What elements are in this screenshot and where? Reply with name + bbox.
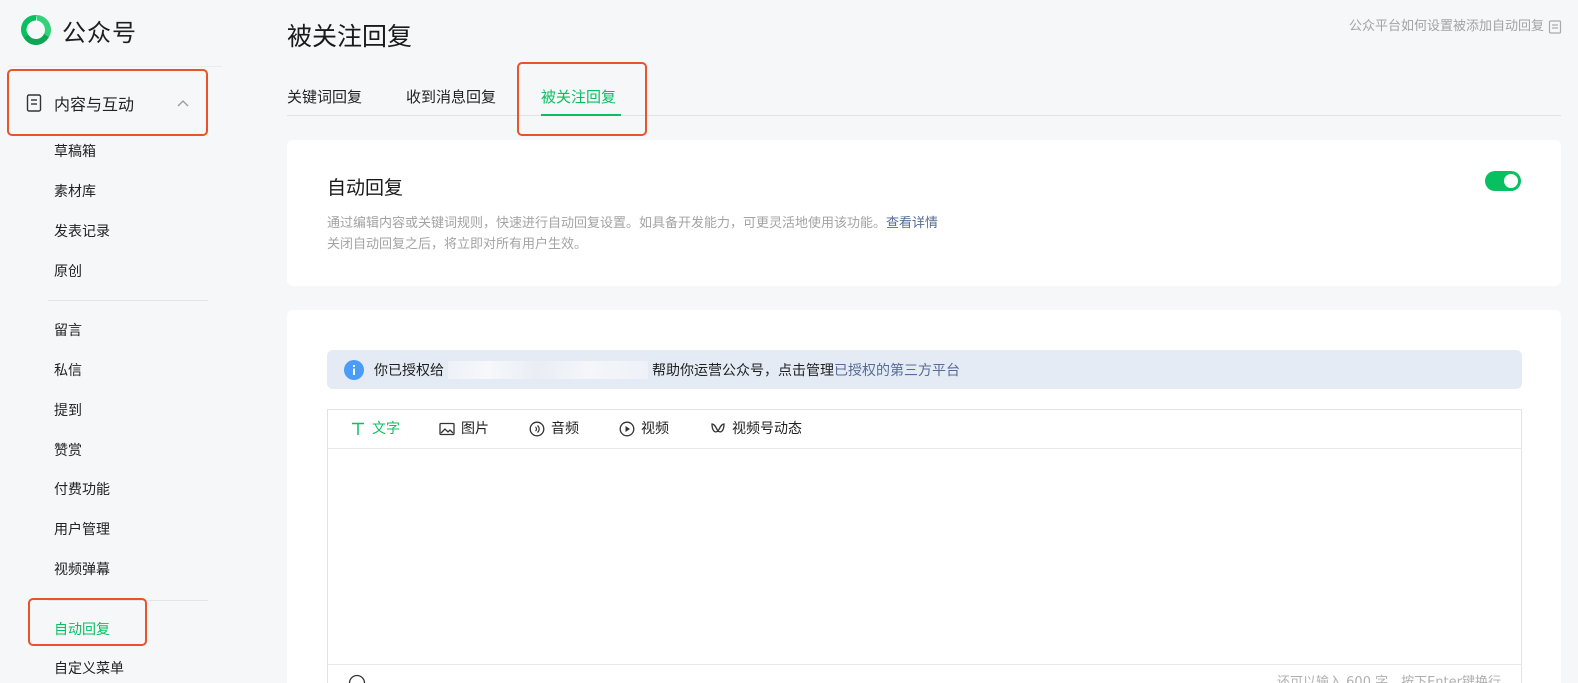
- sidebar-item-auto-reply[interactable]: 自动回复: [54, 620, 110, 640]
- image-icon: [439, 422, 455, 436]
- authorization-notice: 你已授权给 帮助你运营公众号，点击管理 已授权的第三方平台: [327, 350, 1522, 389]
- editor-tab-video[interactable]: 视频: [619, 420, 669, 438]
- nav-group-content-interaction[interactable]: 内容与互动: [7, 69, 208, 136]
- logo-icon: [21, 15, 51, 45]
- auto-reply-card: 自动回复 通过编辑内容或关键词规则，快速进行自动回复设置。如具备开发能力，可更灵…: [287, 140, 1561, 286]
- editor-tab-image[interactable]: 图片: [439, 420, 489, 438]
- sidebar-item-publish-records[interactable]: 发表记录: [54, 222, 110, 242]
- help-link-label: 公众平台如何设置被添加自动回复: [1348, 19, 1544, 34]
- authorized-platforms-link[interactable]: 已授权的第三方平台: [834, 360, 960, 380]
- description-line-1: 通过编辑内容或关键词规则，快速进行自动回复设置。如具备开发能力，可更灵活地使用该…: [327, 216, 887, 231]
- editor-tab-channels[interactable]: 视频号动态: [710, 420, 802, 438]
- sidebar-item-original[interactable]: 原创: [54, 262, 82, 282]
- chevron-up-icon[interactable]: [177, 99, 189, 107]
- editor-tab-label: 视频: [641, 421, 669, 437]
- sidebar-item-messages[interactable]: 私信: [54, 361, 82, 381]
- sidebar-item-paid-features[interactable]: 付费功能: [54, 480, 110, 500]
- video-icon: [619, 421, 635, 437]
- notice-prefix: 你已授权给: [374, 362, 444, 379]
- audio-icon: [529, 421, 545, 437]
- sidebar-item-custom-menu[interactable]: 自定义菜单: [54, 659, 124, 679]
- sidebar: 公众号 内容与互动 草稿箱 素材库 发表记录 原创 留言 私信 提到 赞赏 付费…: [0, 0, 222, 683]
- sidebar-item-video-danmaku[interactable]: 视频弹幕: [54, 560, 110, 580]
- auto-reply-title: 自动回复: [327, 177, 404, 199]
- help-link[interactable]: 公众平台如何设置被添加自动回复: [1349, 18, 1562, 36]
- divider: [48, 300, 208, 301]
- auto-reply-description: 通过编辑内容或关键词规则，快速进行自动回复设置。如具备开发能力，可更灵活地使用该…: [327, 213, 938, 255]
- text-icon: [352, 422, 364, 435]
- editor-type-tabs: 文字 图片 音频 视频 视频号动态: [328, 410, 1521, 449]
- document-icon: [1548, 20, 1562, 34]
- sidebar-item-materials[interactable]: 素材库: [54, 182, 96, 202]
- sidebar-item-user-management[interactable]: 用户管理: [54, 520, 110, 540]
- reply-editor[interactable]: 文字 图片 音频 视频 视频号动态 还可以输入 600 字，按下Enter键换行: [327, 409, 1522, 683]
- tab-message-reply[interactable]: 收到消息回复: [406, 86, 496, 108]
- sidebar-item-rewards[interactable]: 赞赏: [54, 441, 82, 461]
- logo-text: 公众号: [62, 18, 137, 47]
- sidebar-item-mentions[interactable]: 提到: [54, 401, 82, 421]
- logo[interactable]: 公众号: [18, 12, 137, 48]
- sidebar-item-drafts[interactable]: 草稿箱: [54, 142, 96, 162]
- tab-keyword-reply[interactable]: 关键词回复: [287, 86, 362, 108]
- document-icon: [26, 93, 42, 112]
- sidebar-item-comments[interactable]: 留言: [54, 321, 82, 341]
- editor-tab-label: 视频号动态: [732, 421, 802, 437]
- notice-suffix: 帮助你运营公众号，点击管理: [652, 362, 834, 379]
- divider: [8, 66, 222, 67]
- emoji-icon[interactable]: [348, 674, 366, 683]
- highlight-box: [517, 62, 647, 136]
- editor-tab-label: 音频: [551, 421, 579, 437]
- editor-tab-label: 图片: [461, 421, 489, 437]
- info-icon: [344, 359, 364, 380]
- toggle-knob: [1504, 174, 1518, 188]
- editor-tab-label: 文字: [372, 421, 400, 437]
- editor-tab-text[interactable]: 文字: [350, 420, 400, 438]
- editor-tab-audio[interactable]: 音频: [529, 420, 579, 438]
- description-line-2: 关闭自动回复之后，将立即对所有用户生效。: [327, 237, 588, 252]
- channels-icon: [711, 423, 725, 433]
- tab-bar: 关键词回复 收到消息回复 被关注回复: [287, 86, 1561, 116]
- editor-footer-divider: [328, 664, 1521, 665]
- auto-reply-toggle[interactable]: [1485, 171, 1521, 191]
- reply-editor-card: 你已授权给 帮助你运营公众号，点击管理 已授权的第三方平台 文字 图片 音频 视…: [287, 310, 1561, 683]
- redacted-platform-name: [448, 360, 648, 379]
- character-count-hint: 还可以输入 600 字，按下Enter键换行: [1277, 675, 1501, 683]
- view-details-link[interactable]: 查看详情: [886, 216, 938, 231]
- nav-group-label: 内容与互动: [54, 94, 135, 114]
- page-title: 被关注回复: [287, 22, 413, 51]
